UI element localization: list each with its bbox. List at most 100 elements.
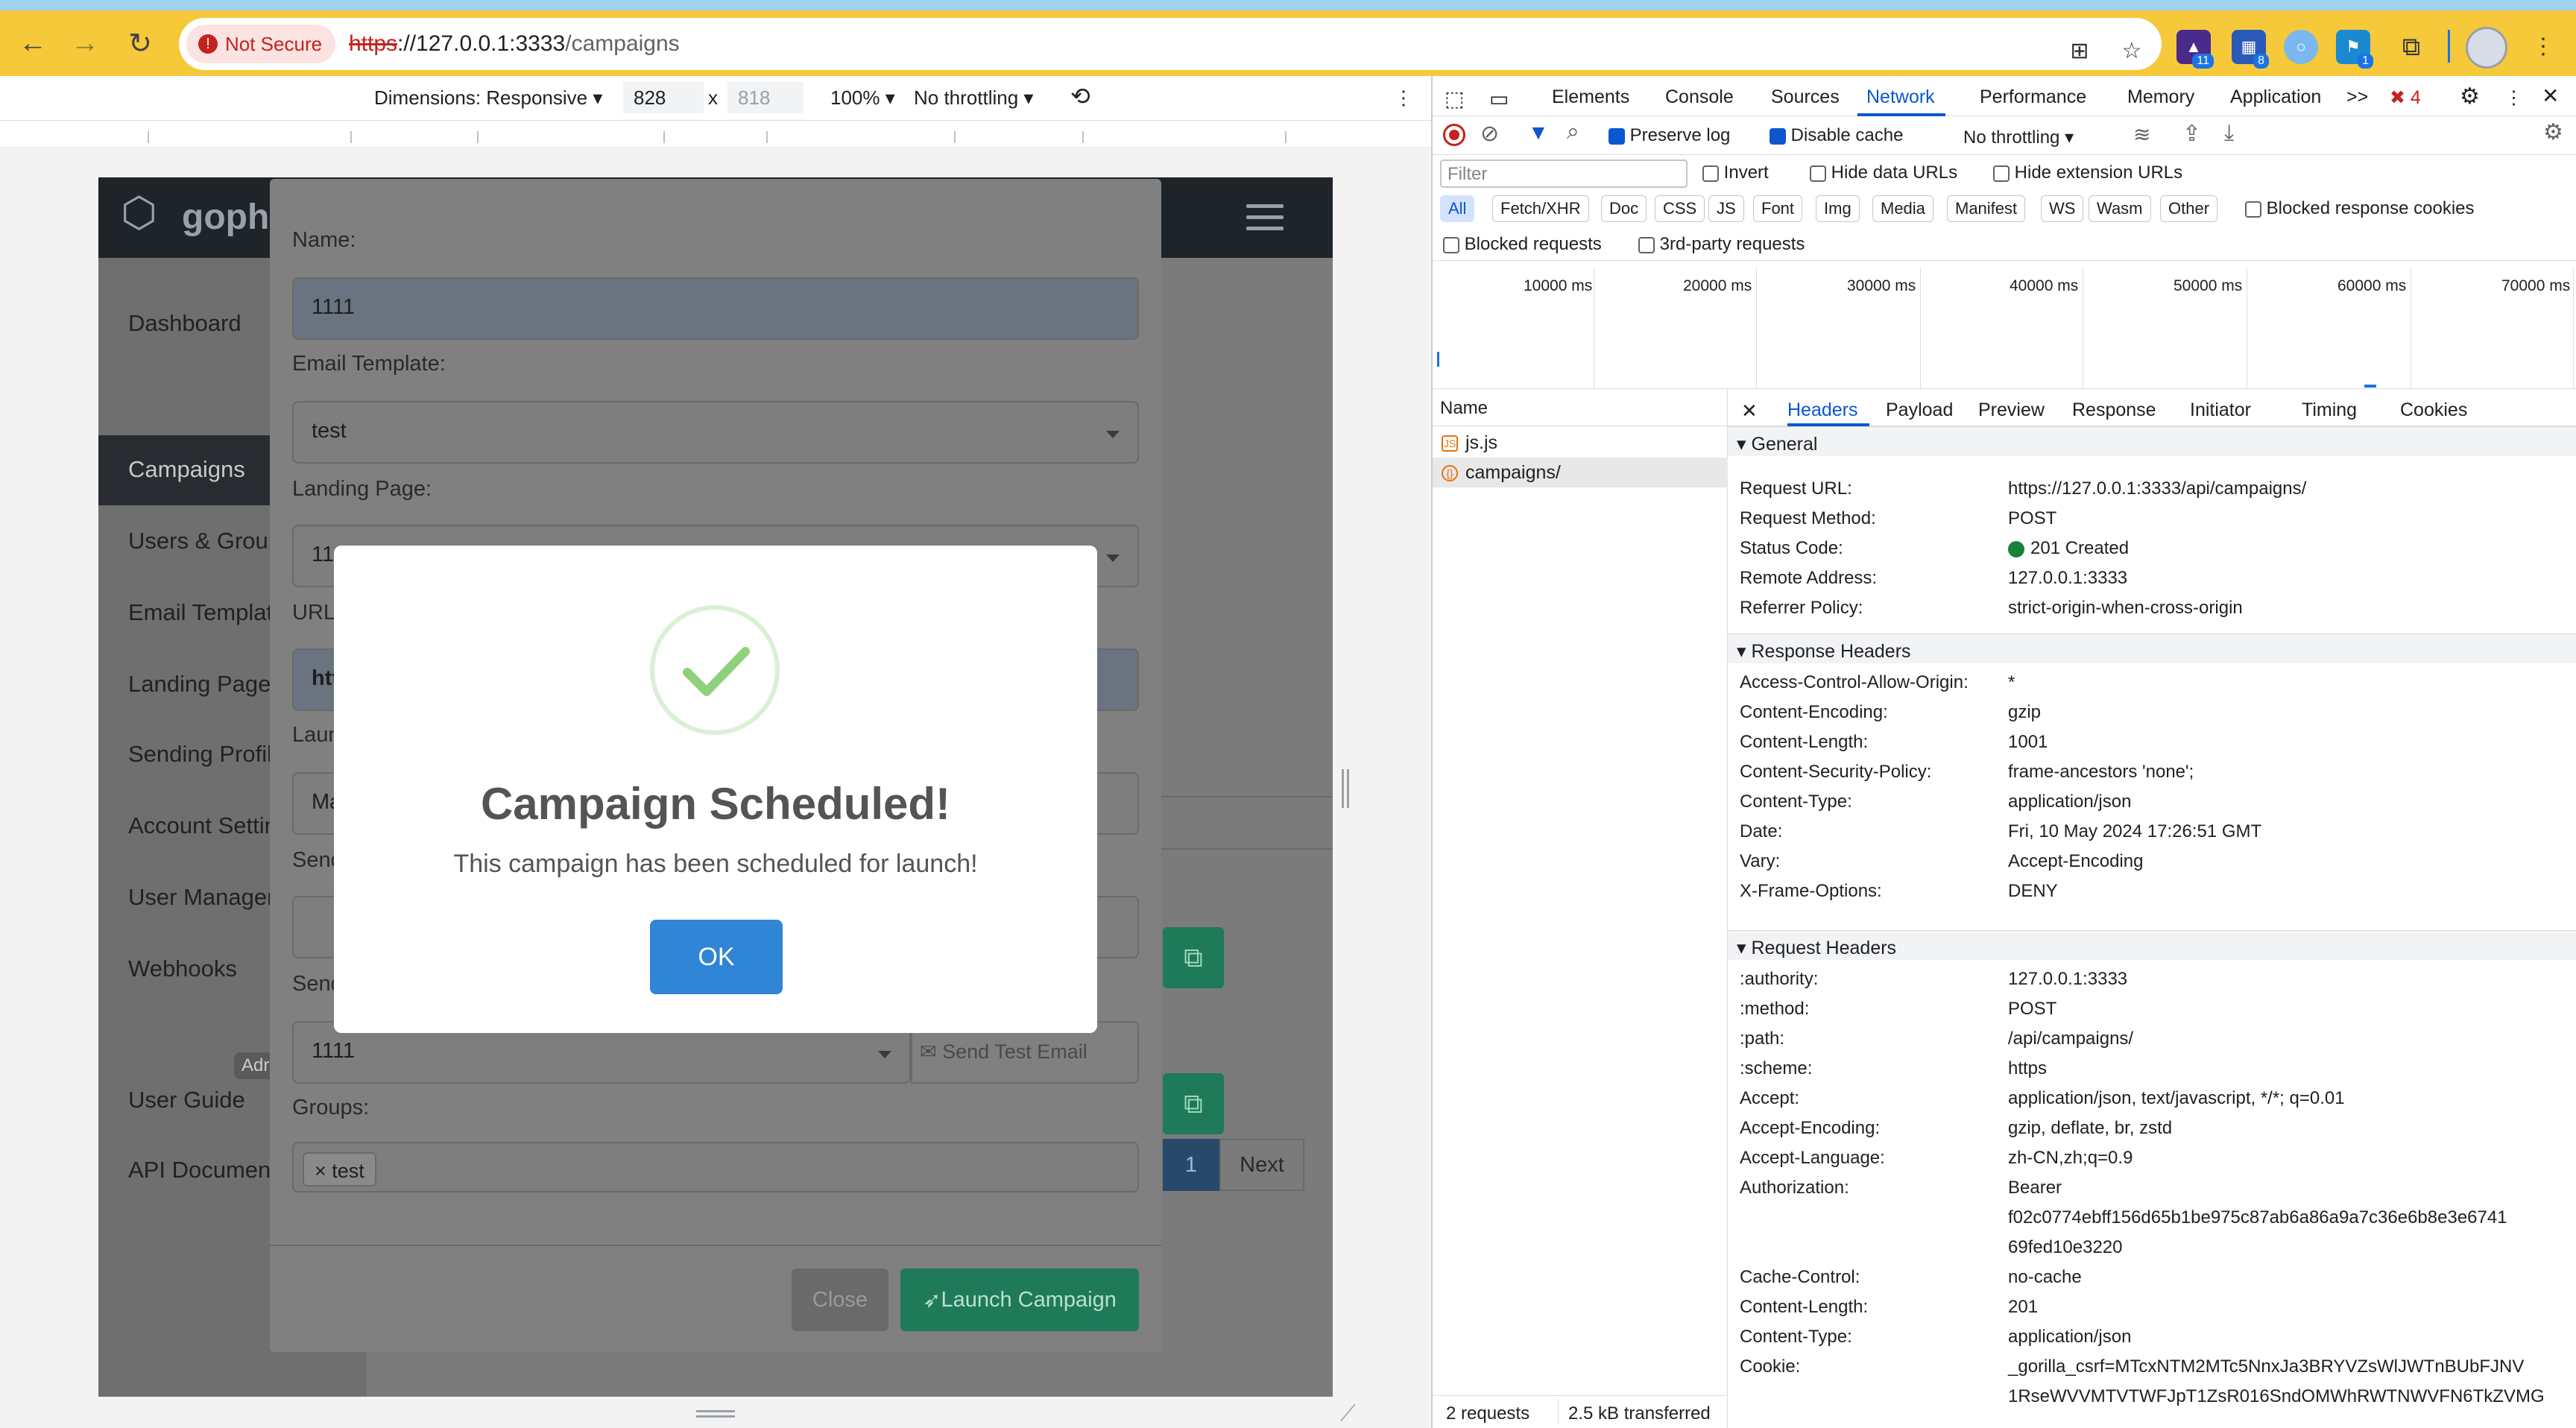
- error-count-badge[interactable]: ✖ 4: [2390, 86, 2421, 109]
- device-toolbar-icon[interactable]: ▭: [1489, 86, 1509, 111]
- throttling-select[interactable]: No throttling ▾: [914, 86, 1033, 110]
- request-headers-section[interactable]: ▾ Request Headers: [1728, 930, 2576, 960]
- rotate-icon[interactable]: ⟲: [1070, 82, 1090, 110]
- sidebar-item-sending-profiles[interactable]: Sending Profil: [128, 741, 272, 768]
- record-icon[interactable]: [1443, 124, 1465, 146]
- invert-checkbox[interactable]: Invert: [1702, 162, 1769, 183]
- zoom-select[interactable]: 100% ▾: [830, 86, 895, 110]
- sidebar-item-dashboard[interactable]: Dashboard: [128, 310, 242, 337]
- campaign-name-input[interactable]: 1111: [292, 277, 1139, 340]
- third-party-requests-checkbox[interactable]: 3rd-party requests: [1638, 234, 1805, 255]
- filter-css[interactable]: CSS: [1655, 195, 1705, 222]
- remove-tag-icon[interactable]: ×: [315, 1160, 332, 1182]
- sidebar-item-campaigns[interactable]: Campaigns: [128, 456, 245, 483]
- tab-network[interactable]: Network: [1866, 86, 1935, 108]
- hide-data-urls-checkbox[interactable]: Hide data URLs: [1810, 162, 1957, 183]
- filter-img[interactable]: Img: [1816, 195, 1860, 222]
- copy-icon[interactable]: ⧉: [1163, 927, 1224, 988]
- filter-font[interactable]: Font: [1753, 195, 1803, 222]
- filter-all[interactable]: All: [1440, 195, 1475, 222]
- clear-icon[interactable]: ⊘: [1480, 121, 1499, 147]
- network-overview-timeline[interactable]: 10000 ms 20000 ms 30000 ms 40000 ms 5000…: [1433, 268, 2576, 389]
- extension-circle-icon[interactable]: ○: [2284, 30, 2318, 64]
- groups-input[interactable]: × test: [292, 1142, 1139, 1192]
- device-menu-icon[interactable]: ⋮: [1394, 86, 1413, 110]
- profile-avatar[interactable]: [2466, 27, 2507, 69]
- filter-wasm[interactable]: Wasm: [2089, 195, 2151, 222]
- network-settings-gear-icon[interactable]: ⚙: [2543, 119, 2563, 145]
- group-tag[interactable]: × test: [303, 1152, 376, 1187]
- width-input[interactable]: 828: [623, 82, 704, 113]
- email-template-select[interactable]: test: [292, 401, 1139, 464]
- tab-performance[interactable]: Performance: [1980, 86, 2086, 108]
- page-1-button[interactable]: 1: [1163, 1139, 1219, 1191]
- devtools-menu-icon[interactable]: ⋮: [2504, 86, 2523, 109]
- sidebar-item-landing-pages[interactable]: Landing Pages: [128, 671, 282, 698]
- next-page-button[interactable]: Next: [1219, 1139, 1304, 1191]
- sidebar-item-account-settings[interactable]: Account Settin: [128, 812, 277, 839]
- request-row[interactable]: JS js.js: [1433, 428, 1728, 458]
- hide-extension-urls-checkbox[interactable]: Hide extension URLs: [1993, 162, 2182, 183]
- viewport-bottom-resize-handle[interactable]: [696, 1410, 735, 1418]
- forward-icon[interactable]: →: [64, 22, 106, 64]
- sidebar-item-webhooks[interactable]: Webhooks: [128, 955, 237, 982]
- filter-media[interactable]: Media: [1872, 195, 1933, 222]
- response-headers-section[interactable]: ▾ Response Headers: [1728, 634, 2576, 663]
- filter-js[interactable]: JS: [1708, 195, 1744, 222]
- back-icon[interactable]: ←: [12, 22, 54, 64]
- dimensions-select[interactable]: Dimensions: Responsive ▾: [374, 86, 602, 110]
- reload-icon[interactable]: ↻: [119, 22, 161, 64]
- tab-preview[interactable]: Preview: [1978, 399, 2045, 421]
- bookmark-star-icon[interactable]: ☆: [2115, 34, 2148, 67]
- tab-cookies[interactable]: Cookies: [2400, 399, 2467, 421]
- viewport-resize-handle[interactable]: [1342, 769, 1349, 808]
- filter-other[interactable]: Other: [2160, 195, 2218, 222]
- blocked-requests-checkbox[interactable]: Blocked requests: [1443, 234, 1602, 255]
- filter-ws[interactable]: WS: [2041, 195, 2084, 222]
- hamburger-menu-icon[interactable]: [1246, 204, 1284, 231]
- tab-initiator[interactable]: Initiator: [2190, 399, 2251, 421]
- close-button[interactable]: Close: [792, 1269, 888, 1331]
- extensions-puzzle-icon[interactable]: ⧉: [2394, 30, 2428, 64]
- url-text[interactable]: https://127.0.0.1:3333/campaigns: [349, 31, 680, 57]
- filter-icon[interactable]: ▼: [1528, 121, 1549, 145]
- tab-memory[interactable]: Memory: [2127, 86, 2194, 108]
- tab-payload[interactable]: Payload: [1886, 399, 1953, 421]
- request-row-selected[interactable]: {} campaigns/: [1433, 458, 1728, 487]
- tab-sources[interactable]: Sources: [1771, 86, 1840, 108]
- security-chip[interactable]: ! Not Secure: [186, 25, 335, 63]
- tab-response[interactable]: Response: [2072, 399, 2156, 421]
- more-tabs-icon[interactable]: >>: [2346, 86, 2368, 108]
- general-section-header[interactable]: ▾ General: [1728, 426, 2576, 456]
- chrome-menu-icon[interactable]: ⋮: [2527, 30, 2560, 63]
- tab-elements[interactable]: Elements: [1552, 86, 1629, 108]
- sidebar-item-email-templates[interactable]: Email Templat: [128, 599, 273, 626]
- close-detail-icon[interactable]: ✕: [1741, 399, 1758, 423]
- preserve-log-checkbox[interactable]: Preserve log: [1609, 125, 1730, 146]
- tab-application[interactable]: Application: [2230, 86, 2321, 108]
- blocked-response-cookies-checkbox[interactable]: Blocked response cookies: [2245, 198, 2475, 219]
- filter-input[interactable]: Filter: [1440, 159, 1688, 188]
- tab-console[interactable]: Console: [1665, 86, 1734, 108]
- copy-icon[interactable]: ⧉: [1163, 1073, 1224, 1134]
- tab-timing[interactable]: Timing: [2302, 399, 2357, 421]
- network-conditions-icon[interactable]: ≋: [2133, 122, 2150, 147]
- import-har-icon[interactable]: ⇪: [2182, 121, 2201, 147]
- ok-button[interactable]: OK: [650, 920, 783, 994]
- corner-resize-icon[interactable]: ⟋: [1340, 1401, 1356, 1427]
- tab-headers[interactable]: Headers: [1787, 399, 1858, 421]
- export-har-icon[interactable]: ⤓: [2224, 121, 2234, 146]
- launch-campaign-button[interactable]: ➶ Launch Campaign: [900, 1269, 1139, 1331]
- sidebar-item-user-management[interactable]: User Managem: [128, 884, 286, 911]
- network-throttling-select[interactable]: No throttling ▾: [1963, 127, 2074, 148]
- filter-manifest[interactable]: Manifest: [1947, 195, 2026, 222]
- name-column-header[interactable]: Name: [1433, 389, 1728, 426]
- filter-doc[interactable]: Doc: [1601, 195, 1647, 222]
- extension-graduation-icon[interactable]: ▲ 11: [2176, 30, 2214, 69]
- sidebar-item-api-documentation[interactable]: API Document: [128, 1157, 277, 1184]
- sidebar-item-users-groups[interactable]: Users & Group: [128, 528, 281, 555]
- sidebar-item-user-guide[interactable]: User Guide: [128, 1087, 245, 1113]
- extension-flag-icon[interactable]: ⚑ 1: [2336, 30, 2373, 69]
- filter-fetch-xhr[interactable]: Fetch/XHR: [1492, 195, 1589, 222]
- inspect-element-icon[interactable]: ⬚: [1445, 86, 1464, 111]
